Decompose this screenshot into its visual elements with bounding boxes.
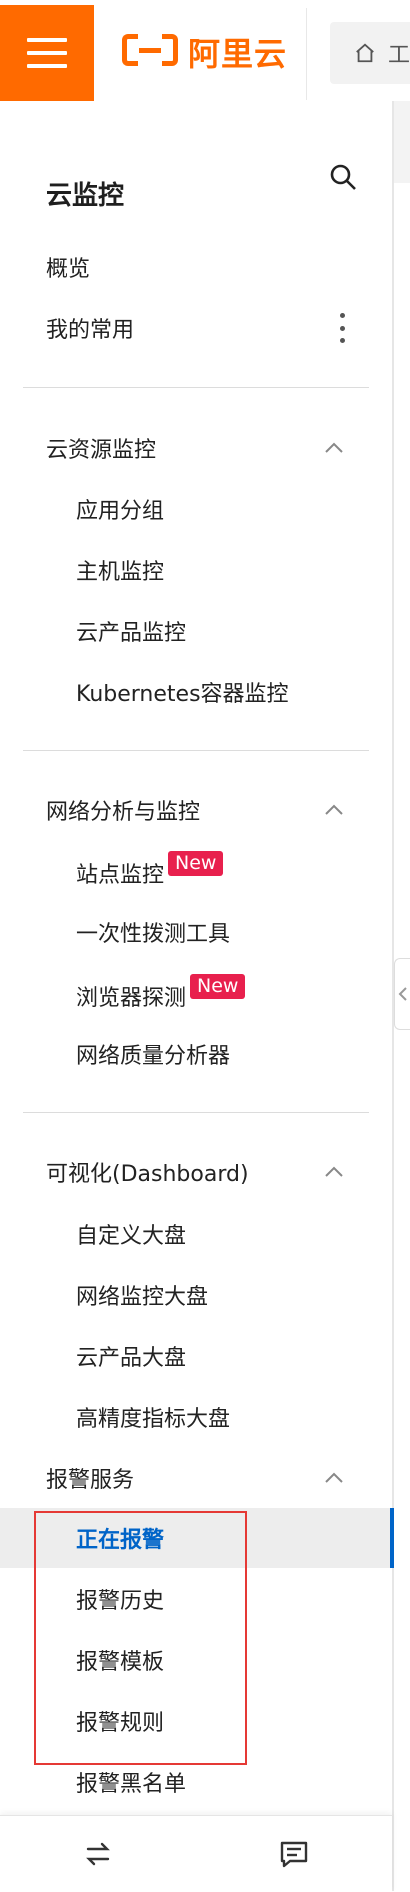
sidebar-item-label: 高精度指标大盘 [76, 1407, 231, 1432]
sidebar-item-label: 云产品大盘 [76, 1346, 187, 1371]
sidebar-item-label: Kubernetes容器监控 [76, 682, 289, 707]
sidebar-item-label: 浏览器探测 [76, 986, 187, 1011]
top-bar: 阿里云 工 [0, 0, 410, 102]
divider [23, 387, 369, 388]
sidebar-item-kubernetes-monitoring[interactable]: Kubernetes容器监控 [0, 664, 392, 720]
sidebar-item-label: 我的常用 [46, 318, 135, 343]
message-icon[interactable] [276, 1836, 312, 1872]
sidebar-item-label: 站点监控 [76, 863, 165, 888]
group-dashboard[interactable]: 可视化(Dashboard) [0, 1144, 392, 1200]
group-alert-service[interactable]: 报警服务 [0, 1450, 392, 1506]
hamburger-icon-line [27, 51, 67, 55]
sidebar-title: 云监控 [46, 181, 125, 211]
chevron-left-icon [398, 987, 407, 1001]
hamburger-icon-line [27, 64, 67, 68]
sidebar-item-label: 网络质量分析器 [76, 1044, 231, 1069]
sidebar-item-network-dashboard[interactable]: 网络监控大盘 [0, 1267, 392, 1323]
new-badge: New [190, 973, 246, 999]
sidebar-bottom-bar [0, 1815, 392, 1892]
sidebar-item-high-precision-dashboard[interactable]: 高精度指标大盘 [0, 1389, 392, 1445]
group-label: 云资源监控 [46, 438, 157, 463]
search-partial-text: 工 [388, 43, 410, 68]
group-cloud-resource-monitoring[interactable]: 云资源监控 [0, 420, 392, 476]
sidebar-item-cloud-product-monitoring[interactable]: 云产品监控 [0, 603, 392, 659]
group-label: 报警服务 [46, 1468, 135, 1493]
sidebar-item-label: 报警黑名单 [76, 1772, 187, 1797]
sidebar-item-label: 应用分组 [76, 499, 165, 524]
sidebar-item-overview[interactable]: 概览 [0, 239, 392, 295]
hamburger-menu-button[interactable] [0, 5, 94, 101]
sidebar-item-custom-dashboard[interactable]: 自定义大盘 [0, 1206, 392, 1262]
header-divider [306, 8, 307, 100]
sidebar-item-favorites[interactable]: 我的常用 [0, 300, 392, 356]
sidebar-item-app-groups[interactable]: 应用分组 [0, 481, 392, 537]
search-icon[interactable] [328, 162, 358, 192]
more-icon[interactable] [338, 313, 346, 343]
divider [23, 750, 369, 751]
sidebar-item-network-quality-analyzer[interactable]: 网络质量分析器 [0, 1026, 392, 1082]
sidebar-item-label: 概览 [46, 257, 91, 282]
chevron-up-icon [325, 442, 343, 453]
highlight-box [34, 1511, 247, 1765]
group-label: 网络分析与监控 [46, 800, 201, 825]
group-label: 可视化(Dashboard) [46, 1162, 249, 1187]
sidebar-item-cloud-product-dashboard[interactable]: 云产品大盘 [0, 1328, 392, 1384]
workbench-search[interactable]: 工 [330, 22, 410, 84]
new-badge: New [168, 850, 224, 876]
sidebar-item-host-monitoring[interactable]: 主机监控 [0, 542, 392, 598]
group-network-analysis[interactable]: 网络分析与监控 [0, 782, 392, 838]
sidebar-item-site-monitoring[interactable]: 站点监控 New [0, 845, 392, 901]
sidebar-item-label: 网络监控大盘 [76, 1285, 209, 1310]
sidebar-item-label: 自定义大盘 [76, 1224, 187, 1249]
sidebar-item-label: 一次性拨测工具 [76, 922, 231, 947]
sidebar-collapse-handle[interactable] [394, 958, 410, 1030]
chevron-up-icon [325, 1166, 343, 1177]
sidebar-item-browser-probe[interactable]: 浏览器探测 New [0, 968, 392, 1024]
aliyun-logo-icon [122, 34, 178, 70]
sidebar-item-label: 主机监控 [76, 560, 165, 585]
chevron-up-icon [325, 1472, 343, 1483]
logo-text: 阿里云 [188, 35, 288, 73]
sidebar-item-one-time-probe[interactable]: 一次性拨测工具 [0, 904, 392, 960]
home-icon [356, 43, 374, 63]
swap-icon[interactable] [80, 1836, 116, 1872]
hamburger-icon-line [27, 38, 67, 42]
chevron-up-icon [325, 804, 343, 815]
divider [23, 1112, 369, 1113]
aliyun-logo[interactable]: 阿里云 [122, 30, 287, 74]
sidebar-item-label: 云产品监控 [76, 621, 187, 646]
